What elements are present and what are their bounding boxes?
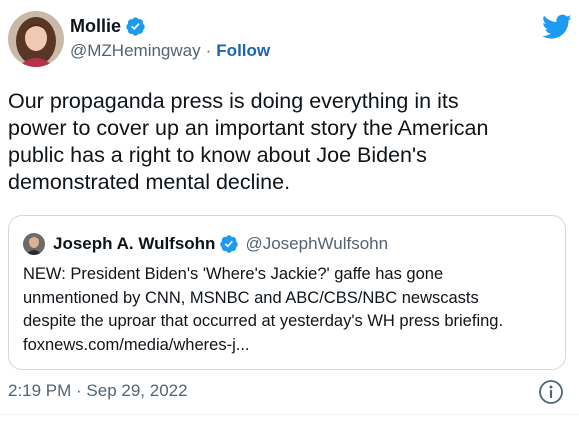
author-avatar[interactable] bbox=[8, 11, 64, 67]
twitter-bird-icon[interactable] bbox=[542, 14, 572, 40]
tweet-timestamp[interactable]: 2:19 PM · Sep 29, 2022 bbox=[8, 381, 188, 401]
quoted-tweet-line: NEW: President Biden's 'Where's Jackie?'… bbox=[23, 265, 444, 283]
divider bbox=[0, 414, 579, 415]
verified-badge-icon bbox=[220, 235, 239, 253]
tweet-line: Our propaganda press is doing everything… bbox=[8, 89, 459, 113]
tweet-header: Mollie @MZHemingway · Follow bbox=[8, 11, 572, 73]
tweet-line: public has a right to know about Joe Bid… bbox=[8, 143, 427, 167]
quoted-author-avatar bbox=[23, 233, 45, 255]
quoted-tweet-body: NEW: President Biden's 'Where's Jackie?'… bbox=[23, 263, 563, 357]
info-icon[interactable] bbox=[538, 379, 564, 405]
quoted-tweet-line: despite the uproar that occurred at yest… bbox=[23, 312, 504, 330]
tweet-line: demonstrated mental decline. bbox=[8, 170, 291, 194]
quoted-tweet-line: unmentioned by CNN, MSNBC and ABC/CBS/NB… bbox=[23, 288, 479, 307]
tweet-body: Our propaganda press is doing everything… bbox=[8, 88, 568, 196]
quoted-author-handle: @JosephWulfsohn bbox=[245, 234, 389, 253]
handle-row: @MZHemingway · Follow bbox=[70, 41, 270, 61]
tweet-line: power to cover up an important story the… bbox=[8, 116, 489, 140]
author-handle[interactable]: @MZHemingway bbox=[70, 41, 201, 61]
quoted-tweet-link[interactable]: foxnews.com/media/wheres-j... bbox=[23, 334, 563, 358]
author-names: Mollie @MZHemingway · Follow bbox=[70, 14, 270, 61]
quoted-tweet-header: Joseph A. Wulfsohn @JosephWulfsohn bbox=[23, 232, 388, 256]
quoted-tweet-card[interactable]: Joseph A. Wulfsohn @JosephWulfsohn NEW: … bbox=[8, 215, 566, 370]
author-display-name[interactable]: Mollie bbox=[70, 16, 121, 37]
separator-dot: · bbox=[205, 41, 212, 60]
follow-button[interactable]: Follow bbox=[216, 41, 270, 61]
display-name-row: Mollie bbox=[70, 14, 270, 38]
verified-badge-icon bbox=[126, 16, 145, 36]
quoted-author-display-name: Joseph A. Wulfsohn bbox=[53, 234, 216, 253]
